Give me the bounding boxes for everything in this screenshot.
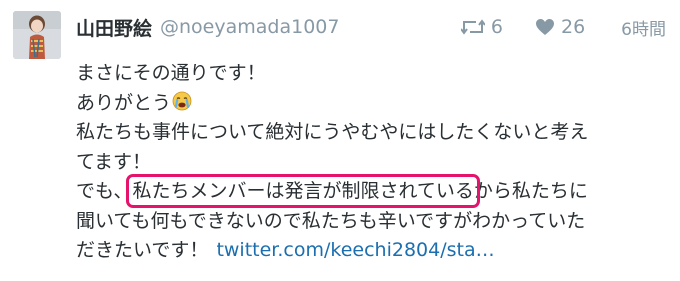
tweet-line-7: だきたいです！ twitter.com/keechi2804/sta… [76,236,676,266]
tweet-line-2-text: ありがとう [76,91,172,114]
tweet-link[interactable]: twitter.com/keechi2804/sta… [216,239,494,261]
retweet-count: 6 [490,16,503,38]
like-count: 26 [560,16,586,38]
retweet-icon [460,19,485,35]
author-display-name[interactable]: 山田野絵 [76,14,152,41]
tweet-line-6: 聞いても何もできないので私たちも辛いですがわかっていた [76,209,586,232]
avatar[interactable] [13,11,61,59]
tweet-line-1: まさにその通りです！ [76,62,266,84]
heart-icon [535,19,554,35]
like-button[interactable]: 26 [535,16,585,38]
tweet-line-5: でも、私たちメンバーは発言が制限されているから私たちに [76,174,676,208]
highlighted-phrase: 私たちメンバーは発言が制限されている [126,174,480,208]
tweet-text: まさにその通りです！ ありがとう 私たちも事件について絶対にうやむやにはしたくな… [76,59,676,266]
author-screen-name[interactable]: @noeyamada1007 [160,16,339,38]
tweet-line-5-post: から私たちに [473,180,588,202]
retweet-button[interactable]: 6 [460,16,503,38]
tweet-timestamp[interactable]: 6時間 [621,15,666,40]
tweet-line-3: 私たちも事件について絶対にうやむやにはしたくないと考え [76,121,589,143]
crying-face-emoji-icon [172,91,192,121]
tweet-line-7-text: だきたいです！ [76,239,209,261]
tweet-card: 山田野絵 @noeyamada1007 6 26 6時間 まさにその通りです！ … [0,0,680,281]
tweet-header: 山田野絵 @noeyamada1007 6 26 6時間 [76,13,668,41]
tweet-line-2: ありがとう [76,89,676,119]
tweet-line-5-pre: でも、 [76,180,133,202]
tweet-line-4: てます！ [76,150,152,173]
